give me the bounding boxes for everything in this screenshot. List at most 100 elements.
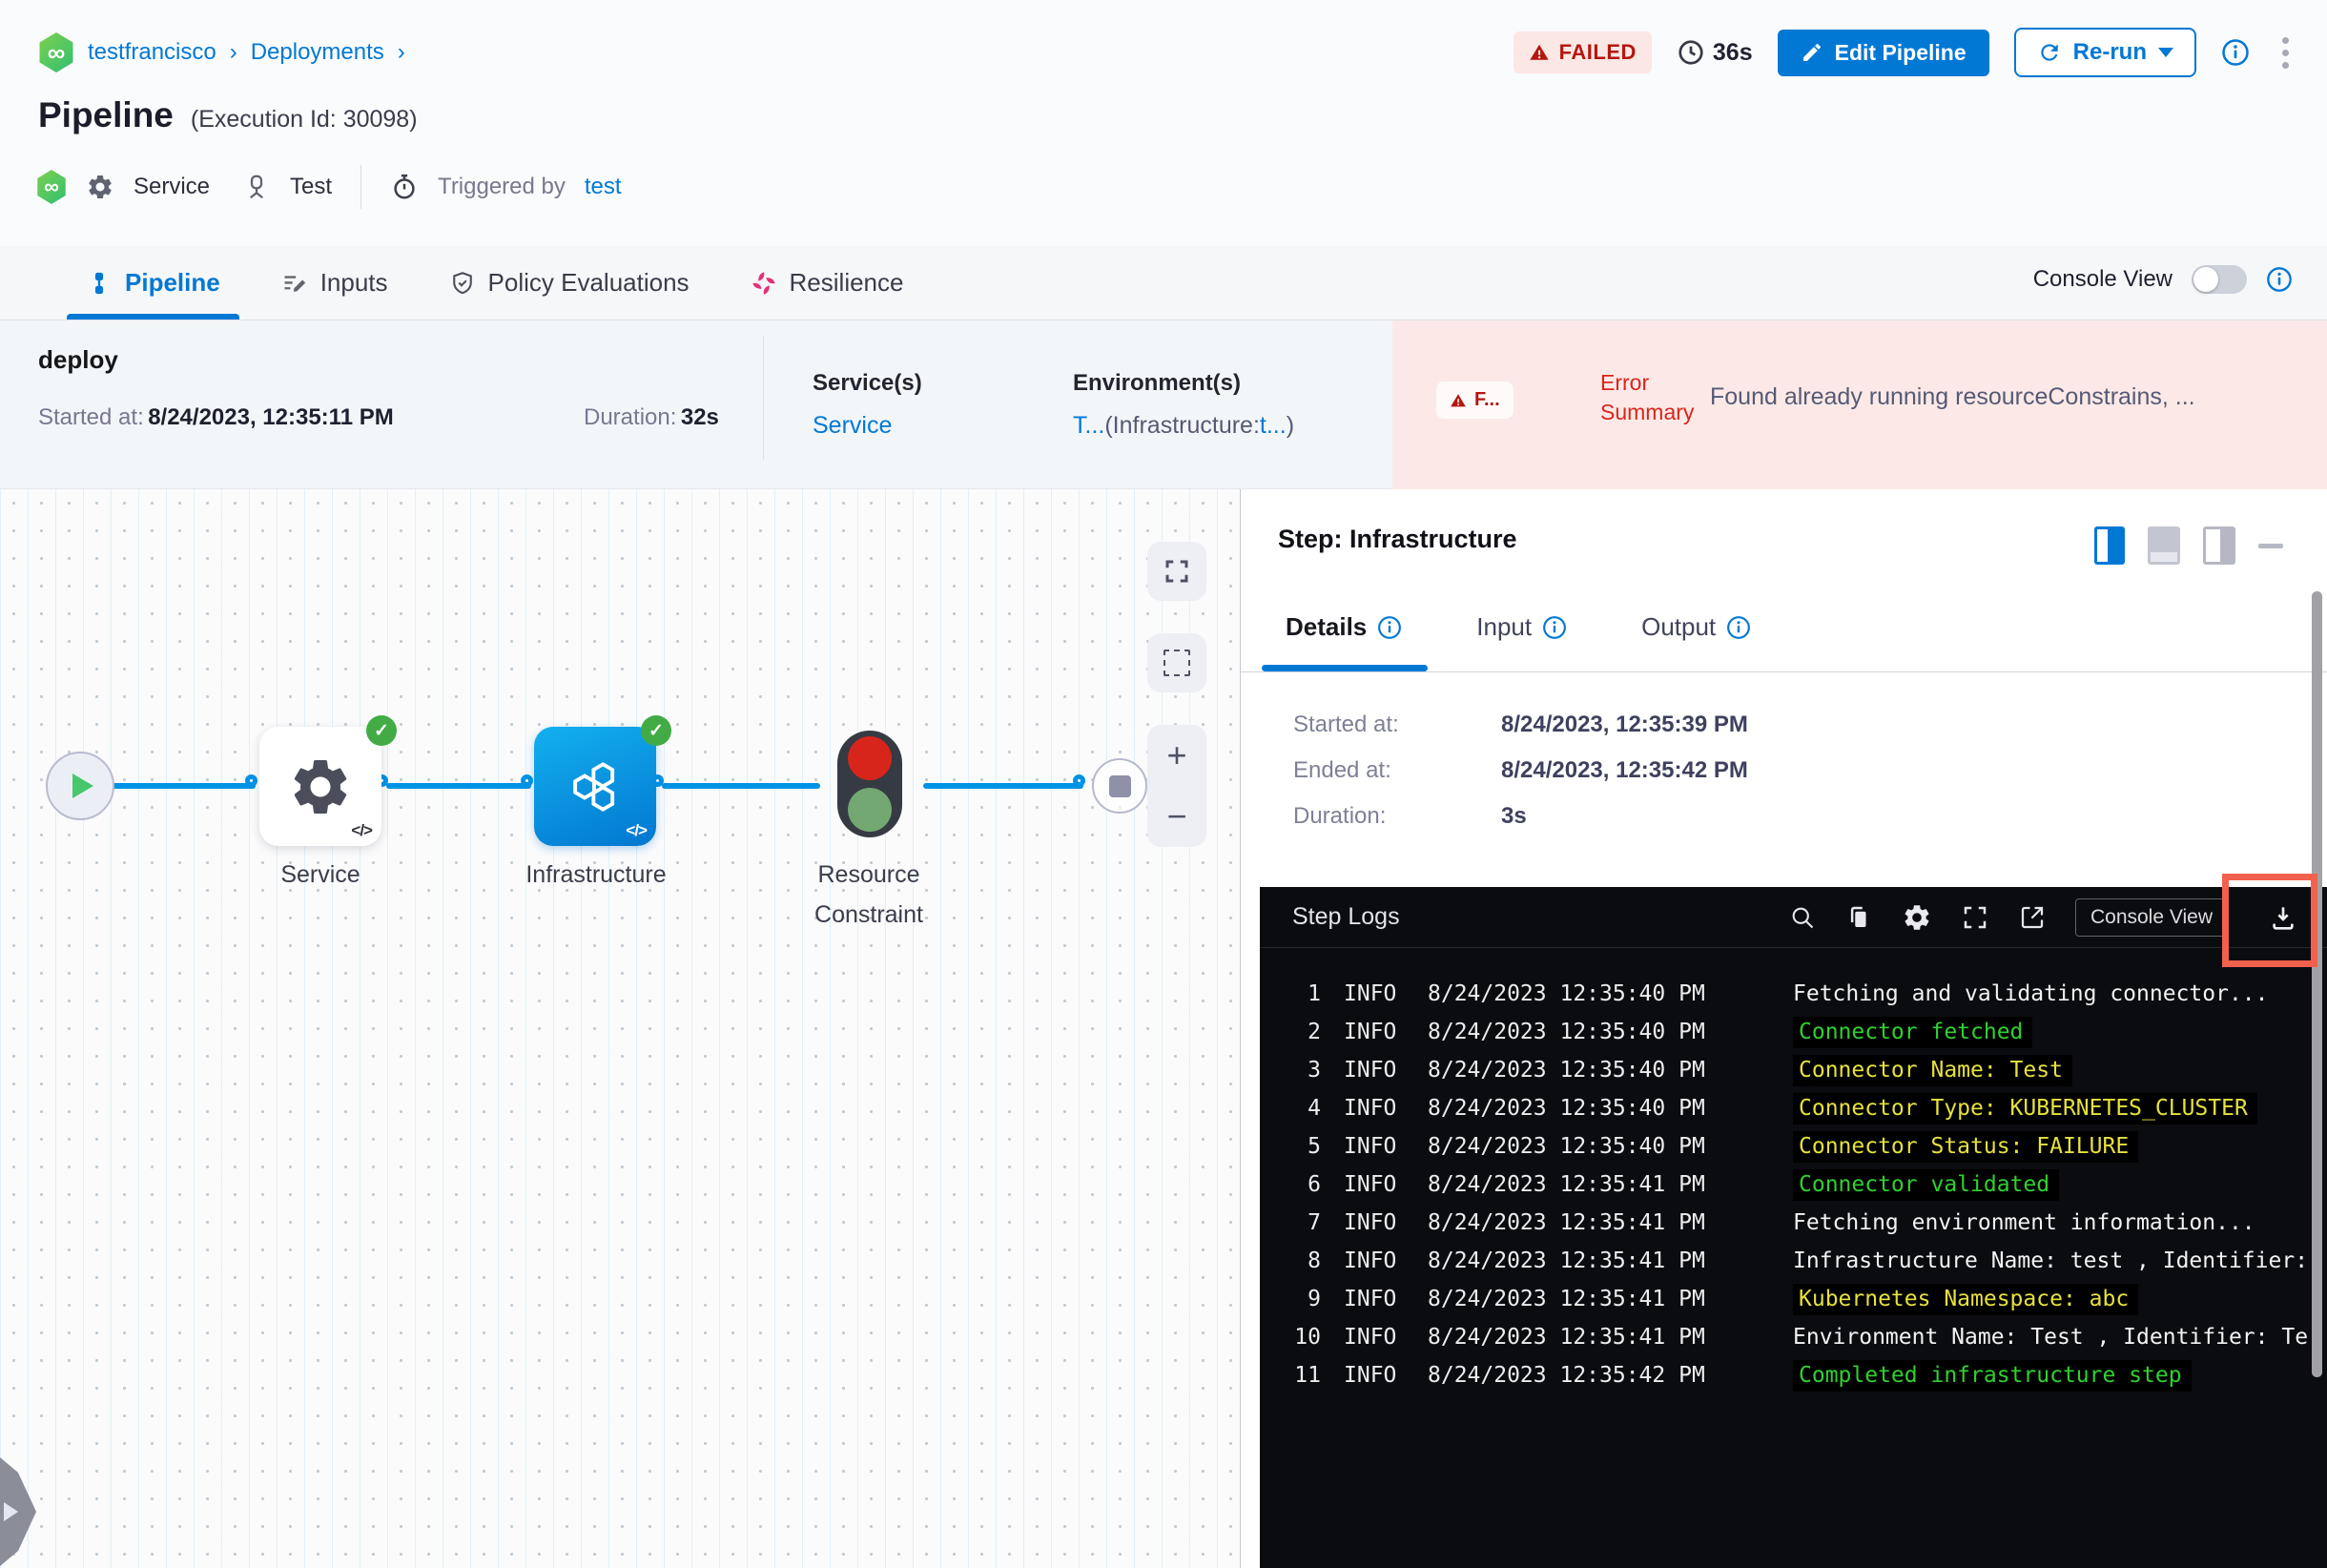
success-check-icon: ✓ <box>366 715 397 746</box>
tab-pipeline[interactable]: Pipeline <box>63 246 243 320</box>
tab-label: Details <box>1286 612 1368 641</box>
tab-policy-evaluations[interactable]: Policy Evaluations <box>426 246 712 320</box>
log-line: 2 INFO 8/24/2023 12:35:40 PM Connector fetc… <box>1283 1013 2327 1051</box>
status-badge-label: FAILED <box>1558 40 1637 64</box>
infrastructure-node[interactable]: </> <box>534 727 656 846</box>
fit-to-screen-button[interactable] <box>1147 542 1206 601</box>
node-port <box>1073 774 1085 787</box>
open-external-icon[interactable] <box>2018 903 2047 932</box>
edit-pipeline-button[interactable]: Edit Pipeline <box>1777 29 1989 76</box>
zoom-in-button[interactable]: + <box>1166 738 1186 773</box>
active-tab-underline <box>1262 665 1428 671</box>
console-view-cluster: Console View <box>2033 265 2293 294</box>
error-status-badge: F... <box>1436 382 1514 419</box>
traffic-light-green <box>848 788 892 832</box>
info-icon[interactable] <box>1542 615 1567 640</box>
tab-output[interactable]: Output <box>1641 612 1751 642</box>
step-detail-tabs: Details Input Output <box>1286 612 1751 642</box>
detail-row: Ended at: 8/24/2023, 12:35:42 PM <box>1293 757 1748 783</box>
step-logs-panel: Step Logs Console View 1 INFO 8/24/2023 … <box>1260 887 2327 1568</box>
edge <box>112 783 256 789</box>
log-line: 5 INFO 8/24/2023 12:35:40 PM Connector Stat… <box>1283 1127 2327 1166</box>
rerun-label: Re-run <box>2072 39 2147 65</box>
service-node[interactable]: </> <box>259 727 381 846</box>
title-row: Pipeline (Execution Id: 30098) <box>38 95 418 135</box>
info-icon[interactable] <box>1726 615 1751 640</box>
console-view-label: Console View <box>2032 266 2173 292</box>
rerun-button[interactable]: Re-run <box>2013 28 2196 77</box>
tab-input[interactable]: Input <box>1476 612 1567 642</box>
pipeline-end-node[interactable] <box>1092 758 1147 814</box>
marquee-icon <box>1164 650 1190 676</box>
breadcrumb-project-link[interactable]: testfrancisco <box>88 39 216 66</box>
log-lines[interactable]: 1 INFO 8/24/2023 12:35:40 PM Fetching and v… <box>1260 948 2327 1394</box>
split-bottom-view-button[interactable] <box>2148 526 2180 565</box>
success-check-icon: ✓ <box>641 715 671 746</box>
more-options-button[interactable] <box>2275 33 2296 72</box>
split-panel-view-button[interactable] <box>2203 526 2235 565</box>
execution-summary-bar: deploy Started at: 8/24/2023, 12:35:11 P… <box>0 320 2327 489</box>
search-icon[interactable] <box>1789 904 1816 931</box>
environments-value[interactable]: T...(Infrastructure:t...) <box>1073 412 1294 440</box>
stop-icon <box>1108 774 1131 797</box>
node-port <box>521 774 533 787</box>
pencil-icon <box>1801 41 1823 64</box>
zoom-out-button[interactable]: − <box>1166 799 1186 834</box>
execution-id: (Execution Id: 30098) <box>190 106 418 133</box>
play-icon <box>72 774 93 798</box>
duration: Duration: 32s <box>584 404 719 430</box>
console-view-button[interactable]: Console View <box>2074 897 2228 937</box>
started-at: Started at: 8/24/2023, 12:35:11 PM <box>38 404 394 430</box>
pipeline-icon <box>86 270 113 297</box>
step-panel-title: Step: Infrastructure <box>1278 525 1517 553</box>
pipeline-start-node[interactable] <box>46 752 114 820</box>
status-badge: FAILED <box>1513 31 1652 73</box>
edge <box>923 783 1083 789</box>
code-icon: </> <box>351 821 373 839</box>
log-line: 10 INFO 8/24/2023 12:35:41 PM Environment N… <box>1294 1325 2309 1350</box>
triggered-by-value[interactable]: test <box>585 174 622 200</box>
log-line: 9 INFO 8/24/2023 12:35:41 PM Kubernetes Nam… <box>1283 1280 2327 1318</box>
log-line: 6 INFO 8/24/2023 12:35:41 PM Connector vali… <box>1283 1166 2327 1204</box>
tab-inputs[interactable]: Inputs <box>258 246 411 320</box>
node-label: Infrastructure <box>525 861 667 888</box>
marquee-select-button[interactable] <box>1147 633 1206 692</box>
breadcrumb-separator: › <box>397 39 405 65</box>
stage-name: deploy <box>38 345 118 374</box>
panel-layout-controls <box>2094 526 2283 565</box>
log-settings-icon[interactable] <box>1902 902 1932 933</box>
pipeline-graph-canvas[interactable] <box>0 489 1240 1568</box>
panel-scrollbar[interactable] <box>2312 591 2322 1377</box>
info-icon[interactable] <box>2266 266 2293 293</box>
minimize-panel-button[interactable] <box>2258 543 2283 548</box>
log-line: 3 INFO 8/24/2023 12:35:40 PM Connector Name… <box>1283 1051 2327 1089</box>
edge <box>386 783 531 789</box>
breadcrumb-deployments-link[interactable]: Deployments <box>251 39 384 66</box>
services-label: Service(s) <box>813 370 922 396</box>
chevron-down-icon <box>2158 48 2173 57</box>
environment-icon <box>242 173 271 201</box>
tab-details[interactable]: Details <box>1286 612 1402 642</box>
main-tab-bar: Pipeline Inputs Policy Evaluations Resil… <box>0 246 2327 320</box>
info-icon[interactable] <box>1377 615 1402 640</box>
tab-resilience[interactable]: Resilience <box>728 246 927 320</box>
breadcrumb-separator: › <box>229 39 237 65</box>
copy-icon[interactable] <box>1844 903 1873 932</box>
log-line: 4 INFO 8/24/2023 12:35:40 PM Connector Type… <box>1283 1089 2327 1127</box>
elapsed-time: 36s <box>1677 38 1753 67</box>
resilience-icon <box>751 270 777 297</box>
meta-service-label: Service <box>134 174 211 199</box>
resource-constraint-node[interactable] <box>837 731 902 837</box>
warning-icon <box>1529 42 1550 63</box>
split-right-view-button[interactable] <box>2094 526 2125 565</box>
refresh-icon <box>2037 40 2062 65</box>
expand-arrow-icon <box>4 1502 18 1521</box>
services-value-link[interactable]: Service <box>813 412 892 440</box>
traffic-light-red <box>848 736 892 780</box>
detail-row: Duration: 3s <box>1293 803 1527 829</box>
fullscreen-icon[interactable] <box>1961 903 1989 932</box>
zoom-controls: + − <box>1147 725 1206 847</box>
info-icon[interactable] <box>2221 38 2250 67</box>
console-view-toggle[interactable] <box>2192 265 2247 294</box>
node-label: Resource Constraint <box>814 861 923 928</box>
